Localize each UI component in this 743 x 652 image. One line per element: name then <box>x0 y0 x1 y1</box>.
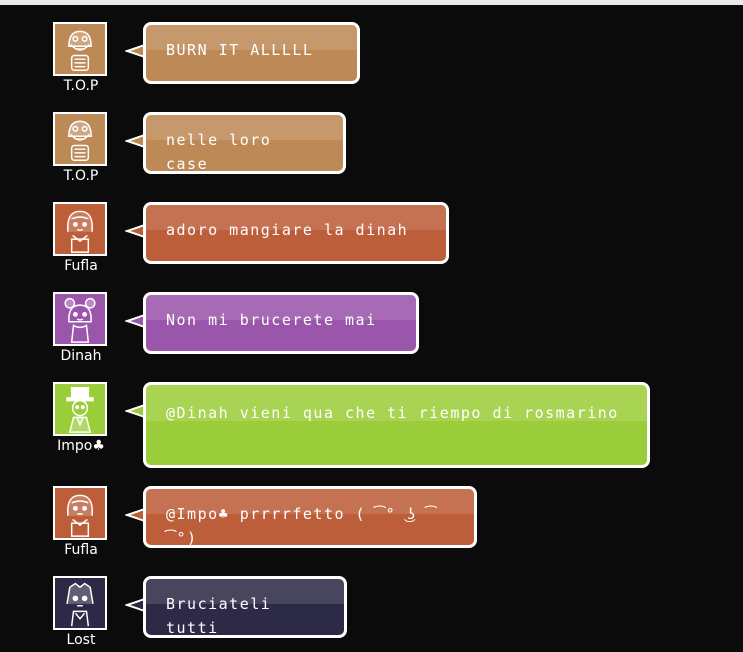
dinah-avatar-icon[interactable] <box>53 292 107 346</box>
username-label: T.O.P <box>63 78 99 94</box>
bubble-tail <box>125 598 145 612</box>
message-bubble: Bruciateli tutti <box>143 576 347 638</box>
username-label: Dinah <box>60 348 102 364</box>
chat-log: T.O.P BURN IT ALLLLL T.O.P nelle loro ca… <box>0 0 743 652</box>
message-text: BURN IT ALLLLL <box>166 41 314 59</box>
top-avatar-icon[interactable] <box>53 22 107 76</box>
top-avatar-icon[interactable] <box>53 112 107 166</box>
fufla-avatar-icon[interactable] <box>53 202 107 256</box>
message-bubble: Non mi brucerete mai <box>143 292 419 354</box>
lost-avatar-icon[interactable] <box>53 576 107 630</box>
message-bubble: adoro mangiare la dinah <box>143 202 449 264</box>
message-bubble: BURN IT ALLLLL <box>143 22 360 84</box>
username-label: Fufla <box>64 258 98 274</box>
message-text: nelle loro case <box>166 131 282 173</box>
username-label: Impo♣ <box>57 438 105 454</box>
message-text: @Dinah vieni qua che ti riempo di rosmar… <box>166 404 619 422</box>
bubble-tail <box>125 224 145 238</box>
message-text: Non mi brucerete mai <box>166 311 377 329</box>
bubble-tail <box>125 508 145 522</box>
fufla-avatar-icon[interactable] <box>53 486 107 540</box>
bubble-tail <box>125 134 145 148</box>
username-label: Fufla <box>64 542 98 558</box>
message-bubble: @Impo♣ prrrrfetto ( ͡° ͜ʖ ͡°) <box>143 486 477 548</box>
impo-avatar-icon[interactable] <box>53 382 107 436</box>
message-bubble: nelle loro case <box>143 112 346 174</box>
message-text: @Impo♣ prrrrfetto ( ͡° ͜ʖ ͡°) <box>166 505 437 547</box>
message-text: adoro mangiare la dinah <box>166 221 409 239</box>
username-label: Lost <box>66 632 96 648</box>
message-text: Bruciateli tutti <box>166 595 282 637</box>
username-label: T.O.P <box>63 168 99 184</box>
bubble-tail <box>125 404 145 418</box>
bubble-tail <box>125 314 145 328</box>
message-bubble: @Dinah vieni qua che ti riempo di rosmar… <box>143 382 650 468</box>
bubble-tail <box>125 44 145 58</box>
